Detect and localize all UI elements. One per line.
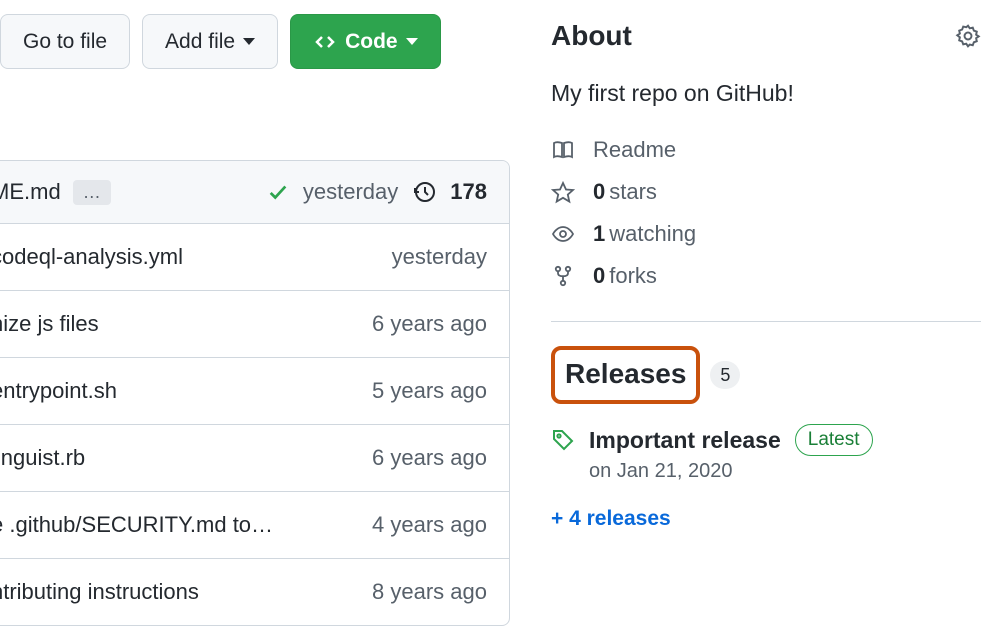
readme-label: Readme — [593, 137, 676, 163]
releases-count-badge: 5 — [710, 361, 740, 389]
latest-release[interactable]: Important release Latest on Jan 21, 2020 — [551, 424, 981, 483]
release-main: Important release Latest on Jan 21, 2020 — [589, 424, 981, 483]
file-name: ntributing instructions — [0, 579, 199, 605]
book-icon — [551, 138, 575, 162]
code-icon — [313, 30, 337, 54]
tag-icon — [551, 428, 575, 452]
go-to-file-label: Go to file — [23, 30, 107, 54]
gear-icon[interactable] — [955, 23, 981, 49]
code-label: Code — [345, 30, 398, 54]
repo-description: My first repo on GitHub! — [551, 80, 981, 107]
watching-text: 1watching — [593, 221, 696, 247]
file-time: yesterday — [392, 244, 487, 270]
file-name: linguist.rb — [0, 445, 85, 471]
file-time: 5 years ago — [372, 378, 487, 404]
file-time: 8 years ago — [372, 579, 487, 605]
stars-text: 0stars — [593, 179, 657, 205]
add-file-label: Add file — [165, 30, 235, 54]
check-icon — [267, 181, 289, 203]
file-time: 4 years ago — [372, 512, 487, 538]
release-title-row: Important release Latest — [589, 424, 981, 456]
chevron-down-icon — [406, 38, 418, 45]
forks-link[interactable]: 0forks — [551, 263, 981, 289]
latest-commit-time[interactable]: yesterday — [303, 179, 398, 205]
stars-link[interactable]: 0stars — [551, 179, 981, 205]
readme-link[interactable]: Readme — [551, 137, 981, 163]
files-header-right: yesterday 178 — [267, 179, 487, 205]
latest-badge: Latest — [795, 424, 873, 456]
commit-count[interactable]: 178 — [450, 179, 487, 205]
release-title: Important release — [589, 427, 781, 454]
ellipsis-button[interactable]: … — [73, 180, 111, 205]
fork-icon — [551, 264, 575, 288]
release-date: on Jan 21, 2020 — [589, 460, 981, 483]
table-row[interactable]: codeql-analysis.yml yesterday — [0, 224, 509, 290]
files-header-left: ME.md … — [0, 179, 111, 205]
files-header: ME.md … yesterday 178 — [0, 161, 509, 224]
releases-header: Releases 5 — [551, 346, 740, 404]
releases-heading[interactable]: Releases — [565, 358, 686, 390]
add-file-button[interactable]: Add file — [142, 14, 278, 69]
table-row[interactable]: nize js files 6 years ago — [0, 290, 509, 357]
file-time: 6 years ago — [372, 445, 487, 471]
more-releases-link[interactable]: + 4 releases — [551, 507, 981, 531]
releases-heading-highlight: Releases — [551, 346, 700, 404]
file-list: codeql-analysis.yml yesterday nize js fi… — [0, 224, 509, 625]
forks-text: 0forks — [593, 263, 657, 289]
go-to-file-button[interactable]: Go to file — [0, 14, 130, 69]
sidebar-divider — [551, 321, 981, 322]
table-row[interactable]: ntributing instructions 8 years ago — [0, 558, 509, 625]
table-row[interactable]: entrypoint.sh 5 years ago — [0, 357, 509, 424]
file-name: entrypoint.sh — [0, 378, 117, 404]
file-name: nize js files — [0, 311, 99, 337]
star-icon — [551, 180, 575, 204]
watching-link[interactable]: 1watching — [551, 221, 981, 247]
about-meta-list: Readme 0stars 1watching 0forks — [551, 137, 981, 289]
table-row[interactable]: e .github/SECURITY.md to… 4 years ago — [0, 491, 509, 558]
repo-actions-toolbar: Go to file Add file Code — [0, 14, 441, 69]
table-row[interactable]: linguist.rb 6 years ago — [0, 424, 509, 491]
file-name: e .github/SECURITY.md to… — [0, 512, 273, 538]
about-heading: About — [551, 20, 632, 52]
file-time: 6 years ago — [372, 311, 487, 337]
file-name: codeql-analysis.yml — [0, 244, 183, 270]
code-button[interactable]: Code — [290, 14, 441, 69]
history-icon[interactable] — [412, 180, 436, 204]
about-header: About — [551, 20, 981, 52]
chevron-down-icon — [243, 38, 255, 45]
eye-icon — [551, 222, 575, 246]
latest-commit-file[interactable]: ME.md — [0, 179, 61, 205]
repo-sidebar: About My first repo on GitHub! Readme 0s… — [551, 20, 981, 531]
files-panel: ME.md … yesterday 178 codeql-analysis.ym… — [0, 160, 510, 626]
